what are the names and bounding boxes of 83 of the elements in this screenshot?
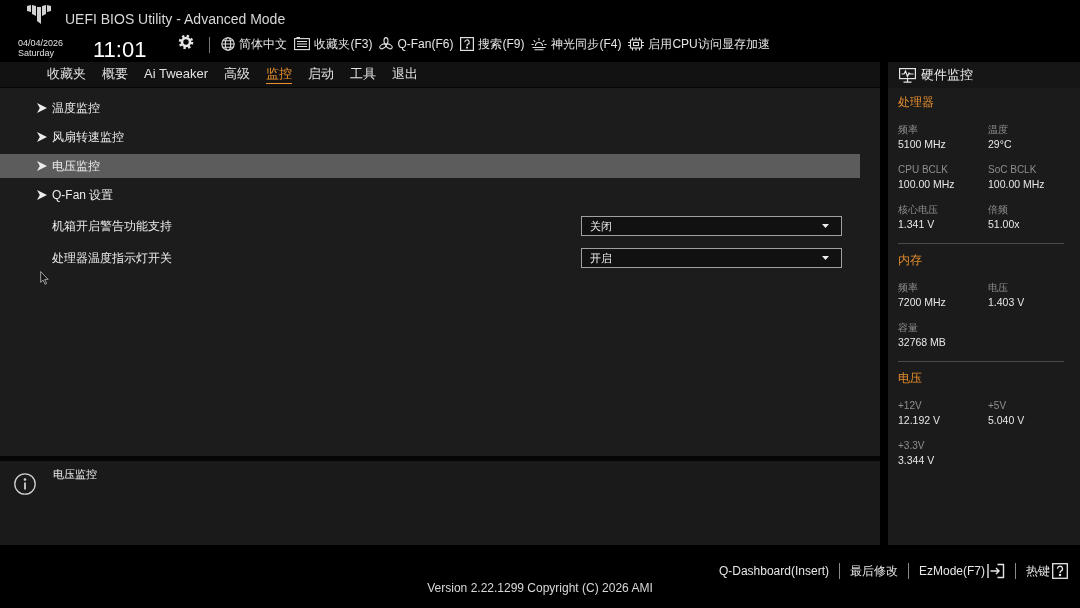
sunrise-icon [531, 36, 548, 51]
submenu-item[interactable]: Q-Fan 设置 [0, 183, 860, 207]
reading-label: +3.3V [898, 439, 925, 453]
dropdown-field[interactable]: 关闭 [581, 216, 842, 236]
arrow-icon [37, 161, 47, 171]
globe-icon [221, 36, 236, 51]
date-text: 04/04/2026 [18, 38, 64, 48]
reading-value: 29°C [988, 137, 1012, 152]
reading-label: 核心电压 [898, 203, 938, 217]
tab[interactable]: 高级 [224, 65, 251, 84]
caret-icon [822, 224, 829, 228]
arrow-icon [37, 190, 47, 200]
toolbar-button[interactable]: 简体中文 [221, 35, 288, 52]
window-title: UEFI BIOS Utility - Advanced Mode [65, 10, 286, 29]
panel-title: 硬件监控 [921, 67, 973, 83]
tab[interactable]: 收藏夹 [47, 65, 86, 84]
help-text: 电压监控 [53, 467, 97, 481]
footer-button[interactable]: EzMode(F7) [918, 562, 1005, 579]
footer-button[interactable]: 热键 [1026, 562, 1068, 579]
arrow-icon [37, 103, 47, 113]
weekday-text: Saturday [18, 48, 55, 58]
reading-label: 电压 [988, 281, 1008, 295]
reading-label: 容量 [898, 321, 918, 335]
setting-label: 处理器温度指示灯开关 [52, 250, 172, 266]
reading-value: 51.00x [988, 217, 1020, 232]
submenu-item[interactable]: 电压监控 [0, 154, 860, 178]
tab[interactable]: 启动 [308, 65, 335, 84]
reading-value: 100.00 MHz [988, 177, 1045, 192]
settings-icon[interactable] [178, 34, 195, 50]
toolbar-button[interactable]: 收藏夹(F3) [294, 35, 373, 52]
dropdown-field[interactable]: 开启 [581, 248, 842, 268]
footer-button[interactable]: 最后修改 [849, 562, 898, 579]
question-mark-icon [460, 36, 475, 51]
toolbar-button[interactable]: 神光同步(F4) [531, 35, 622, 52]
mouse-pointer-icon [40, 271, 49, 285]
reading-label: CPU BCLK [898, 163, 948, 177]
reading-label: 温度 [988, 123, 1008, 137]
exit-icon [987, 562, 1005, 579]
reading-label: +12V [898, 399, 922, 413]
reading-value: 32768 MB [898, 335, 946, 350]
reading-value: 100.00 MHz [898, 177, 955, 192]
list-icon [294, 36, 311, 51]
reading-value: 7200 MHz [898, 295, 946, 310]
tab[interactable]: 监控 [266, 65, 293, 84]
reading-label: 倍频 [988, 203, 1008, 217]
menu-label: 电压监控 [52, 158, 100, 174]
reading-label: 频率 [898, 281, 918, 295]
reading-value: 5100 MHz [898, 137, 946, 152]
reading-label: SoC BCLK [988, 163, 1037, 177]
submenu-item[interactable]: 温度监控 [0, 96, 860, 120]
help-icon [1052, 562, 1068, 579]
reading-value: 1.341 V [898, 217, 935, 232]
setting-label: 机箱开启警告功能支持 [52, 218, 172, 234]
chip-icon [628, 36, 645, 51]
footer-button[interactable]: Q-Dashboard(Insert) [718, 562, 829, 579]
section-title: 电压 [898, 370, 923, 387]
reading-label: +5V [988, 399, 1007, 413]
menu-label: 温度监控 [52, 100, 100, 116]
toolbar-button[interactable]: Q-Fan(F6) [379, 35, 454, 52]
tab[interactable]: Ai Tweaker [144, 65, 209, 84]
menu-label: Q-Fan 设置 [52, 187, 114, 203]
toolbar-button[interactable]: 启用CPU访问显存加速 [628, 35, 770, 52]
reading-value: 3.344 V [898, 453, 935, 468]
logo-icon [27, 5, 51, 25]
version-text: Version 2.22.1299 Copyright (C) 2026 AMI [427, 580, 653, 596]
tab[interactable]: 退出 [392, 65, 419, 84]
fan-icon [379, 36, 394, 51]
reading-label: 频率 [898, 123, 918, 137]
menu-label: 风扇转速监控 [52, 129, 124, 145]
monitor-icon [899, 67, 916, 83]
section-title: 内存 [898, 252, 923, 269]
tab[interactable]: 概要 [102, 65, 128, 84]
caret-icon [822, 256, 829, 260]
tab[interactable]: 工具 [350, 65, 377, 84]
reading-value: 5.040 V [988, 413, 1025, 428]
info-icon [14, 473, 36, 495]
toolbar-button[interactable]: 搜索(F9) [460, 35, 525, 52]
clock-time: 11:01 [93, 37, 147, 63]
section-title: 处理器 [898, 94, 935, 111]
submenu-item[interactable]: 风扇转速监控 [0, 125, 860, 149]
reading-value: 12.192 V [898, 413, 941, 428]
reading-value: 1.403 V [988, 295, 1025, 310]
arrow-icon [37, 132, 47, 142]
